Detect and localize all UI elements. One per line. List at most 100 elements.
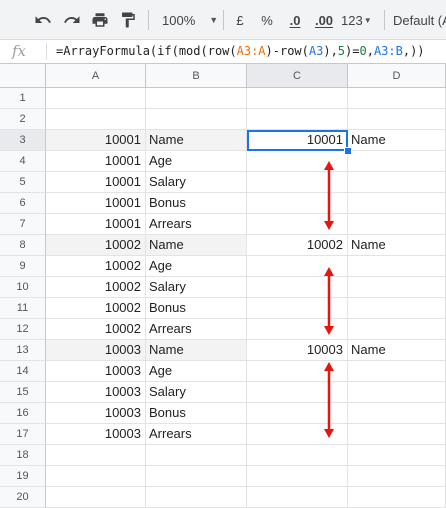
percent-format-button[interactable]: %	[257, 8, 277, 32]
cell-d6[interactable]	[348, 193, 446, 214]
row-header[interactable]: 14	[0, 361, 46, 382]
row-header[interactable]: 13	[0, 340, 46, 361]
row-header[interactable]: 16	[0, 403, 46, 424]
cell-a2[interactable]	[46, 109, 146, 130]
row-header[interactable]: 8	[0, 235, 46, 256]
row-header[interactable]: 20	[0, 487, 46, 508]
cell-b8[interactable]: Name	[146, 235, 247, 256]
cell-a18[interactable]	[46, 445, 146, 466]
cell-c2[interactable]	[247, 109, 348, 130]
cell-a20[interactable]	[46, 487, 146, 508]
cell-d1[interactable]	[348, 88, 446, 109]
row-header[interactable]: 4	[0, 151, 46, 172]
cell-d20[interactable]	[348, 487, 446, 508]
cell-a13[interactable]: 10003	[46, 340, 146, 361]
cell-c10[interactable]	[247, 277, 348, 298]
cell-d10[interactable]	[348, 277, 446, 298]
cell-d9[interactable]	[348, 256, 446, 277]
cell-d5[interactable]	[348, 172, 446, 193]
decrease-decimals-button[interactable]: .0	[283, 8, 307, 32]
column-header-a[interactable]: A	[46, 64, 146, 88]
column-header-d[interactable]: D	[348, 64, 446, 88]
cell-d19[interactable]	[348, 466, 446, 487]
cell-c14[interactable]	[247, 361, 348, 382]
cell-b12[interactable]: Arrears	[146, 319, 247, 340]
cell-a8[interactable]: 10002	[46, 235, 146, 256]
cell-a1[interactable]	[46, 88, 146, 109]
cell-d2[interactable]	[348, 109, 446, 130]
select-all-corner[interactable]	[0, 64, 46, 88]
row-header[interactable]: 17	[0, 424, 46, 445]
cell-b9[interactable]: Age	[146, 256, 247, 277]
cell-a9[interactable]: 10002	[46, 256, 146, 277]
cell-d18[interactable]	[348, 445, 446, 466]
cell-d12[interactable]	[348, 319, 446, 340]
cell-c3[interactable]: 10001	[247, 130, 348, 151]
row-header[interactable]: 11	[0, 298, 46, 319]
column-header-c[interactable]: C	[247, 64, 348, 88]
cell-c7[interactable]	[247, 214, 348, 235]
cell-b15[interactable]: Salary	[146, 382, 247, 403]
formula-input[interactable]: =ArrayFormula(if(mod(row(A3:A)-row(A3),5…	[56, 44, 425, 58]
row-header[interactable]: 7	[0, 214, 46, 235]
cell-a15[interactable]: 10003	[46, 382, 146, 403]
cell-a19[interactable]	[46, 466, 146, 487]
paint-format-icon[interactable]	[117, 8, 139, 32]
cell-b13[interactable]: Name	[146, 340, 247, 361]
cell-d15[interactable]	[348, 382, 446, 403]
cell-c9[interactable]	[247, 256, 348, 277]
cell-b2[interactable]	[146, 109, 247, 130]
cell-b16[interactable]: Bonus	[146, 403, 247, 424]
row-header[interactable]: 5	[0, 172, 46, 193]
cell-b14[interactable]: Age	[146, 361, 247, 382]
row-header[interactable]: 9	[0, 256, 46, 277]
cell-b6[interactable]: Bonus	[146, 193, 247, 214]
cell-d17[interactable]	[348, 424, 446, 445]
cell-c16[interactable]	[247, 403, 348, 424]
font-select[interactable]: Default (A	[393, 8, 446, 32]
cell-d4[interactable]	[348, 151, 446, 172]
cell-d11[interactable]	[348, 298, 446, 319]
cell-a3[interactable]: 10001	[46, 130, 146, 151]
cell-c19[interactable]	[247, 466, 348, 487]
row-header[interactable]: 2	[0, 109, 46, 130]
cell-c1[interactable]	[247, 88, 348, 109]
cell-b18[interactable]	[146, 445, 247, 466]
cell-c6[interactable]	[247, 193, 348, 214]
redo-icon[interactable]	[61, 8, 83, 32]
cell-c5[interactable]	[247, 172, 348, 193]
row-header[interactable]: 10	[0, 277, 46, 298]
row-header[interactable]: 3	[0, 130, 46, 151]
cell-c12[interactable]	[247, 319, 348, 340]
zoom-select[interactable]: 100% ▼	[156, 8, 218, 32]
row-header[interactable]: 12	[0, 319, 46, 340]
cell-c4[interactable]	[247, 151, 348, 172]
cell-c15[interactable]	[247, 382, 348, 403]
cell-c20[interactable]	[247, 487, 348, 508]
print-icon[interactable]	[89, 8, 111, 32]
cell-b3[interactable]: Name	[146, 130, 247, 151]
cell-d7[interactable]	[348, 214, 446, 235]
cell-a10[interactable]: 10002	[46, 277, 146, 298]
row-header[interactable]: 18	[0, 445, 46, 466]
fill-handle[interactable]	[344, 147, 352, 155]
row-header[interactable]: 15	[0, 382, 46, 403]
currency-format-button[interactable]: £	[230, 8, 250, 32]
cell-a14[interactable]: 10003	[46, 361, 146, 382]
cell-b10[interactable]: Salary	[146, 277, 247, 298]
cell-b5[interactable]: Salary	[146, 172, 247, 193]
cell-a11[interactable]: 10002	[46, 298, 146, 319]
cell-a5[interactable]: 10001	[46, 172, 146, 193]
cell-d16[interactable]	[348, 403, 446, 424]
cell-d3[interactable]: Name	[348, 130, 446, 151]
increase-decimals-button[interactable]: .00	[310, 8, 338, 32]
cell-b20[interactable]	[146, 487, 247, 508]
column-header-b[interactable]: B	[146, 64, 247, 88]
cell-d8[interactable]: Name	[348, 235, 446, 256]
cell-a7[interactable]: 10001	[46, 214, 146, 235]
cell-b19[interactable]	[146, 466, 247, 487]
cell-c17[interactable]	[247, 424, 348, 445]
row-header[interactable]: 6	[0, 193, 46, 214]
cell-c18[interactable]	[247, 445, 348, 466]
cell-a16[interactable]: 10003	[46, 403, 146, 424]
